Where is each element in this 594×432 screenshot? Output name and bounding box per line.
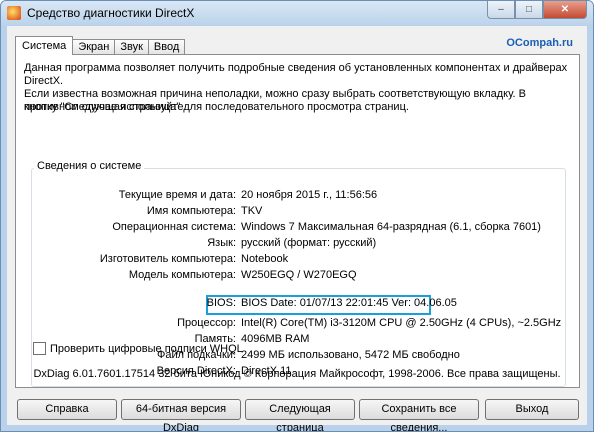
directx-app-icon (7, 6, 21, 20)
version-copyright-text: DxDiag 6.01.7601.17514 32 бита Юникод © … (33, 368, 561, 380)
dxdiag64-button[interactable]: 64-битная версия DxDiag (121, 399, 241, 431)
close-button[interactable]: ✕ (543, 1, 587, 19)
info-row-processor: Процессор: Intel(R) Core(TM) i3-3120M CP… (16, 317, 579, 331)
info-label: Изготовитель компьютера: (99, 253, 236, 265)
info-value: 2499 МБ использовано, 5472 МБ свободно (241, 349, 460, 361)
info-row-os: Операционная система: Windows 7 Максимал… (16, 221, 579, 235)
tab-sound[interactable]: Звук (114, 39, 149, 55)
exit-button[interactable]: Выход (485, 399, 579, 420)
whql-checkbox[interactable] (33, 342, 46, 355)
system-tab-panel: Данная программа позволяет получить подр… (15, 54, 580, 388)
info-label: BIOS: (206, 297, 236, 309)
info-label: Процессор: (177, 317, 236, 329)
info-label: Модель компьютера: (128, 269, 236, 281)
info-row-model: Модель компьютера: W250EGQ / W270EGQ (16, 269, 579, 283)
info-value: TKV (241, 205, 263, 217)
tab-input[interactable]: Ввод (147, 39, 186, 55)
tab-display[interactable]: Экран (72, 39, 116, 55)
info-label: Текущие время и дата: (118, 189, 236, 201)
system-info-group-label: Сведения о системе (34, 160, 145, 172)
info-row-bios: BIOS: BIOS Date: 01/07/13 22:01:45 Ver: … (16, 297, 579, 311)
info-label: Язык: (207, 237, 236, 249)
maximize-icon: □ (525, 4, 533, 15)
close-icon: ✕ (560, 4, 570, 15)
intro-text-1: Данная программа позволяет получить подр… (24, 62, 568, 87)
intro-text-2b: кнопку "Следующая страница" для последов… (24, 101, 409, 113)
info-value: русский (формат: русский) (241, 237, 377, 249)
info-value: W250EGQ / W270EGQ (241, 269, 357, 281)
info-label: Имя компьютера: (146, 205, 236, 217)
save-all-button[interactable]: Сохранить все сведения... (359, 399, 479, 431)
info-value: Intel(R) Core(TM) i3-3120M CPU @ 2.50GHz… (241, 317, 562, 329)
help-button[interactable]: Справка (17, 399, 117, 420)
tab-strip: Система Экран Звук Ввод (15, 35, 186, 55)
info-value: 4096MB RAM (241, 333, 310, 345)
info-value: BIOS Date: 01/07/13 22:01:45 Ver: 04.06.… (241, 297, 457, 309)
whql-checkbox-label[interactable]: Проверить цифровые подписи WHQL (50, 343, 243, 355)
info-value: Notebook (241, 253, 289, 265)
tab-system[interactable]: Система (15, 36, 74, 55)
dxdiag-window: Средство диагностики DirectX – □ ✕ Систе… (0, 0, 594, 432)
info-row-computer-name: Имя компьютера: TKV (16, 205, 579, 219)
info-label: Операционная система: (112, 221, 236, 233)
minimize-button[interactable]: – (487, 1, 515, 19)
dialog-client-area: Система Экран Звук Ввод OCompah.ru Данна… (7, 26, 587, 431)
minimize-icon: – (498, 4, 504, 15)
whql-check-option[interactable]: Проверить цифровые подписи WHQL (33, 342, 243, 355)
site-watermark: OCompah.ru (506, 37, 573, 49)
info-row-language: Язык: русский (формат: русский) (16, 237, 579, 251)
next-page-button[interactable]: Следующая страница (245, 399, 355, 431)
window-title: Средство диагностики DirectX (27, 6, 195, 20)
maximize-button[interactable]: □ (515, 1, 543, 19)
info-row-datetime: Текущие время и дата: 20 ноября 2015 г.,… (16, 189, 579, 203)
info-value: Windows 7 Максимальная 64-разрядная (6.1… (241, 221, 541, 233)
title-bar[interactable]: Средство диагностики DirectX – □ ✕ (1, 1, 593, 25)
info-row-manufacturer: Изготовитель компьютера: Notebook (16, 253, 579, 267)
info-value: 20 ноября 2015 г., 11:56:56 (241, 189, 378, 201)
